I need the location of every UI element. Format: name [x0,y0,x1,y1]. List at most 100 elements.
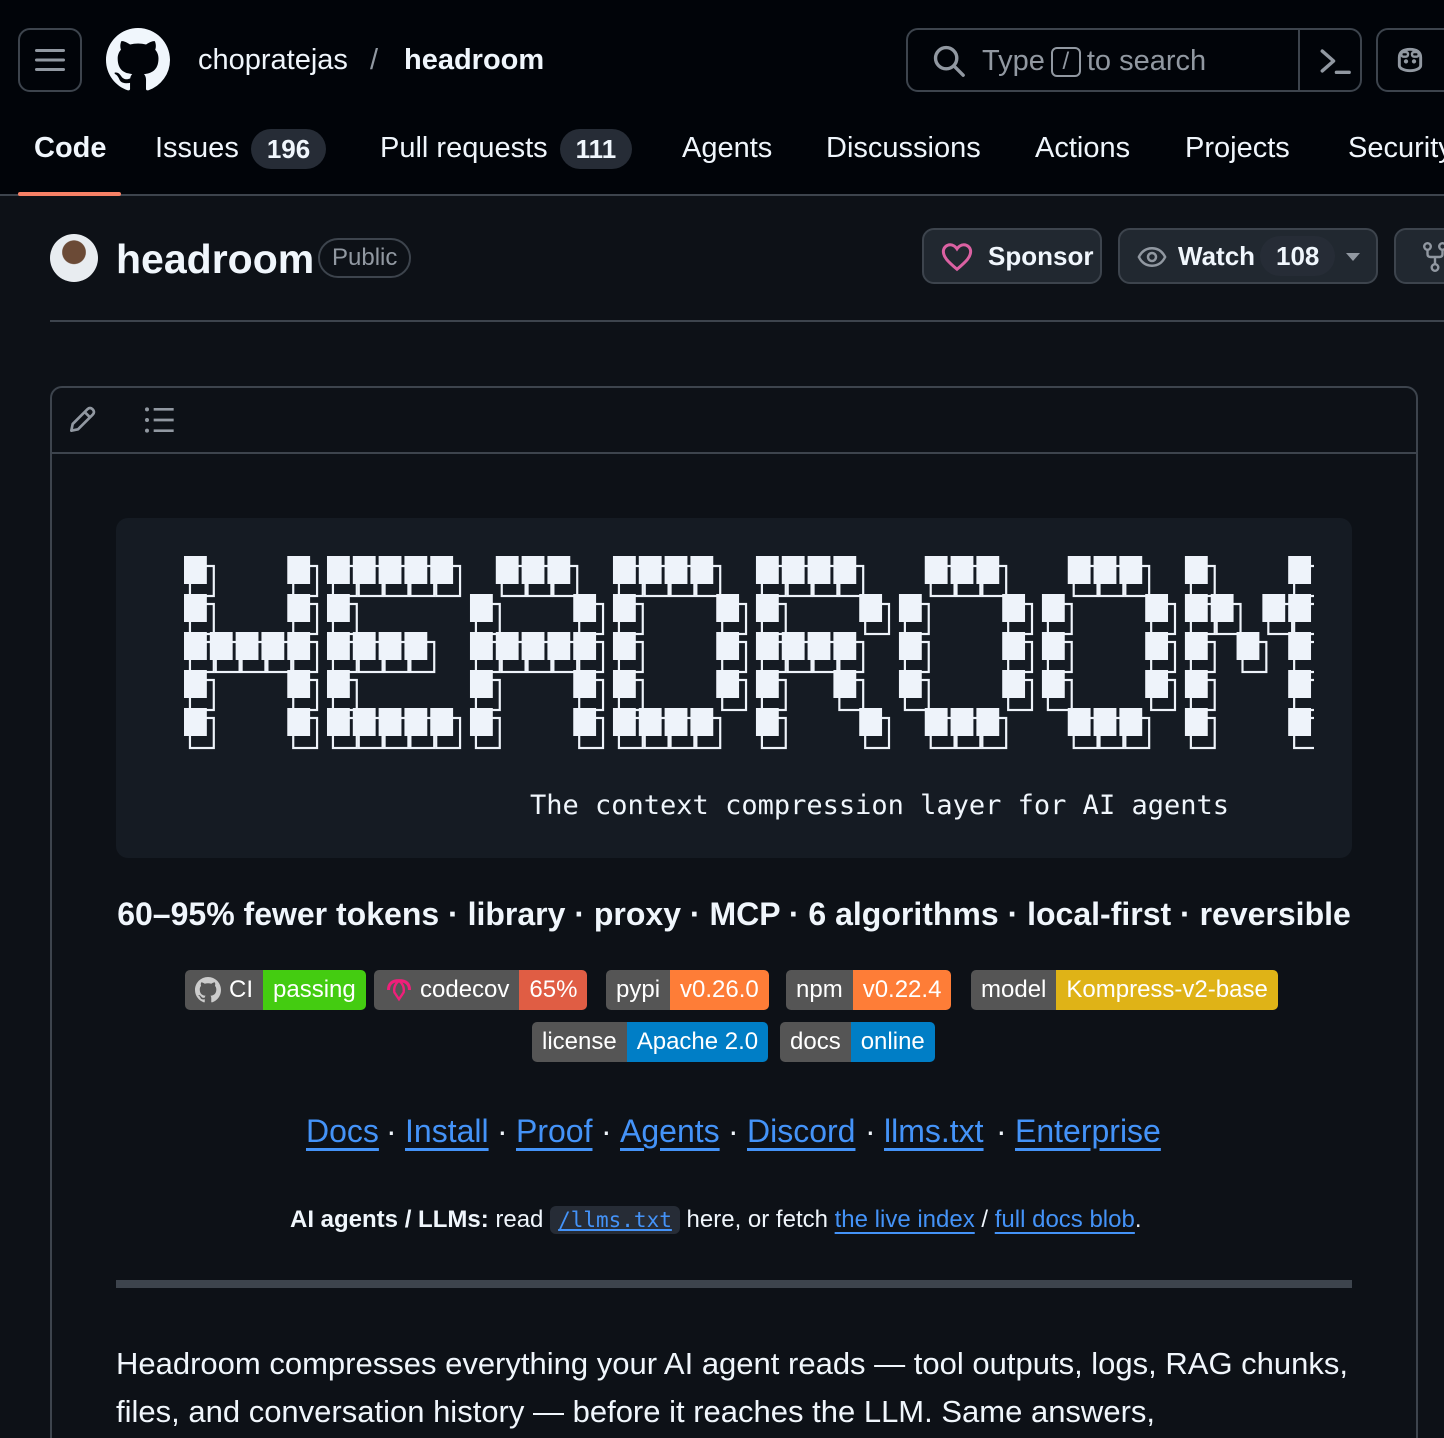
watch-label: Watch [1178,241,1256,271]
ascii-block-cell [184,594,207,622]
live-index-link[interactable]: the live index [835,1206,975,1233]
npm-badge[interactable]: npm v0.22.4 [786,970,952,1010]
ascii-block-cell [287,670,311,698]
ascii-block-cell [378,556,402,584]
ascii-block-cell [469,708,493,736]
tab-agents[interactable]: Agents [682,124,772,172]
command-palette-icon[interactable] [1318,44,1352,78]
npm-badge-label: npm [786,970,853,1010]
link-llms-txt[interactable]: llms.txt [884,1108,984,1154]
ascii-block-cell [326,556,350,584]
license-badge-label: license [532,1022,627,1062]
ascii-block-cell [1067,708,1091,736]
ascii-block-cell [326,708,350,736]
ascii-block-cell [664,556,688,584]
ascii-block-cell [1288,556,1312,584]
ascii-block-cell [755,594,779,622]
fork-button[interactable] [1394,228,1444,284]
link-discord[interactable]: Discord [747,1108,855,1154]
hamburger-menu-button[interactable] [18,28,82,92]
link-agents[interactable]: Agents [620,1108,720,1154]
pypi-badge-label: pypi [606,970,671,1010]
ascii-block-cell [1002,632,1026,660]
model-badge[interactable]: model Kompress-v2-base [971,970,1278,1010]
ascii-block-cell [1093,556,1117,584]
license-badge[interactable]: license Apache 2.0 [532,1022,769,1062]
copilot-button[interactable] [1376,28,1444,92]
owner-avatar[interactable] [50,234,98,282]
ascii-block-cell [184,670,207,698]
ai-line-read: read [495,1206,544,1233]
ascii-block-cell [612,708,636,736]
ascii-block-cell [1262,594,1286,622]
ascii-block-cell [833,670,857,698]
github-logo-icon[interactable] [106,28,170,92]
breadcrumb-repo[interactable]: headroom [404,40,544,80]
ascii-block-cell [859,594,883,622]
link-separator: · [601,1113,612,1149]
ci-badge-label: CI [185,970,263,1010]
ascii-block-cell [573,708,597,736]
ascii-block-cell [976,708,1000,736]
link-proof[interactable]: Proof [516,1108,592,1154]
ascii-block-cell [430,556,454,584]
link-enterprise[interactable]: Enterprise [1015,1108,1161,1154]
ascii-block-cell [1067,556,1091,584]
ascii-block-cell [235,632,259,660]
ai-line-slash: / [981,1206,989,1233]
pypi-badge[interactable]: pypi v0.26.0 [606,970,769,1010]
watch-button[interactable]: Watch 108 [1118,228,1378,284]
ascii-block-cell [1288,708,1312,736]
chevron-down-icon[interactable] [1344,250,1362,264]
full-docs-blob-link[interactable]: full docs blob [995,1206,1135,1233]
ascii-block-cell [638,556,662,584]
ascii-block-cell [1184,556,1208,584]
link-separator: · [497,1113,508,1149]
breadcrumb-owner[interactable]: chopratejas [198,40,348,80]
codecov-badge[interactable]: codecov 65% [374,970,588,1010]
repo-title[interactable]: headroom [116,234,314,284]
tab-security[interactable]: Security [1348,124,1444,172]
pencil-edit-icon[interactable] [66,404,98,436]
tab-actions[interactable]: Actions [1035,124,1130,172]
ascii-block-cell [352,632,376,660]
ascii-block-cell [1236,632,1260,660]
ascii-block-cell [521,632,545,660]
eye-icon [1137,246,1167,268]
watch-count-badge: 108 [1260,236,1336,276]
table-of-contents-icon[interactable] [142,404,176,436]
link-docs[interactable]: Docs [306,1108,379,1154]
tab-pull-requests[interactable]: Pull requests 111 [380,124,633,172]
ascii-block-cell [833,556,857,584]
copilot-icon [1397,47,1423,73]
ascii-block-cell [898,594,922,622]
ci-badge[interactable]: CI passing [185,970,366,1010]
search-icon [933,45,965,77]
ascii-block-cell [1145,632,1169,660]
fork-icon [1423,242,1444,272]
link-install[interactable]: Install [405,1108,489,1154]
ascii-art-block: The context compression layer for AI age… [116,518,1352,858]
tab-code[interactable]: Code [34,124,107,172]
ai-agents-line: AI agents / LLMs: read /llms.txt here, o… [290,1202,1142,1238]
tab-projects[interactable]: Projects [1185,124,1290,172]
ascii-block-cell [612,632,636,660]
search-input[interactable]: Type / to search [906,28,1362,92]
sponsor-label: Sponsor [988,241,1094,271]
sponsor-button[interactable]: Sponsor [922,228,1102,284]
llms-txt-code-link[interactable]: /llms.txt [550,1206,680,1234]
ascii-block-cell [378,708,402,736]
active-tab-indicator [18,192,121,196]
ascii-block-cell [1288,670,1312,698]
ai-line-end: . [1134,1206,1142,1233]
ascii-block-cell [326,594,350,622]
ascii-block-cell [1210,594,1234,622]
ascii-block-cell [547,556,571,584]
docs-badge[interactable]: docs online [780,1022,935,1062]
ascii-block-cell [184,708,207,736]
tab-discussions[interactable]: Discussions [826,124,981,172]
model-badge-label: model [971,970,1057,1010]
tab-issues[interactable]: Issues 196 [155,124,327,172]
ascii-block-cell [378,632,402,660]
ascii-block-cell [664,708,688,736]
